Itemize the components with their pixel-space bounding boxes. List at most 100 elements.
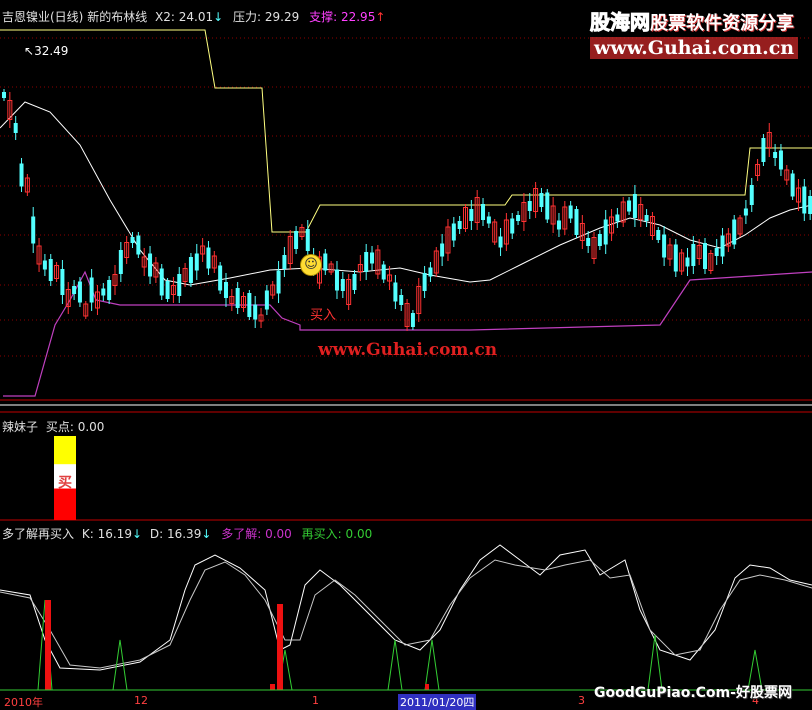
candle-down [235,288,240,308]
candle-down [60,269,65,295]
buy-again-value: 0.00 [345,527,373,541]
candle-down [603,219,608,245]
time-label: 3 [578,694,585,707]
main-panel-header: 吉恩镍业(日线) 新的布林线 X2: 24.01↓ 压力: 29.29 支撑: … [2,8,385,25]
d-value: 16.39 [166,527,202,541]
buy-again-spike [424,639,440,691]
candle-down [428,267,433,277]
candle-down [370,252,375,264]
candle-down [545,192,550,220]
know-more-bar [45,600,51,690]
candle-down [264,290,269,310]
candle-down [586,238,591,246]
candle-down [188,257,193,283]
peak-arrow-icon: ↖ [24,44,35,58]
candle-down [48,259,53,281]
up-arrow-icon: ↑ [375,10,386,24]
lower-band-line [3,270,812,397]
candle-down [72,286,77,294]
resistance-label: 压力: [233,10,262,24]
candle-down [691,244,696,266]
candle-down [77,281,82,303]
candle-down [749,185,754,205]
brand-watermark: 股海网股票软件资源分享 www.Guhai.com.cn [590,6,799,59]
know-more-value: 0.00 [265,527,292,541]
candle-down [743,208,748,216]
candle-down [13,123,18,133]
candle-down [334,269,339,291]
candle-down [340,279,345,291]
candle-down [574,209,579,235]
k-down-arrow-icon: ↓ [131,527,143,541]
candle-down [323,253,328,271]
brand-slogan: 股票软件资源分享 [650,13,794,34]
chart-grid [0,37,812,691]
candle-down [247,293,252,317]
peak-price-marker: ↖32.49 [24,44,68,58]
sub-panel-2-header: 多了解再买入 K: 16.19↓ D: 16.39↓ 多了解: 0.00 再买入… [2,525,372,542]
resistance-value: 29.29 [264,10,300,24]
sub-panel-1-header: 辣妹子 买点: 0.00 [2,418,104,435]
k-label: K: [81,527,94,541]
candle-down [457,221,462,229]
candle-down [662,234,667,258]
support-value: 22.95 [340,10,376,24]
candle-down [703,243,708,269]
time-label: 12 [134,694,148,707]
candle-down [808,196,812,214]
candle-down [42,260,47,270]
know-more-label: 多了解: [221,527,262,541]
candle-down [481,204,486,220]
time-label: 2010年 [4,696,43,709]
candle-down [568,205,573,219]
candle-down [276,270,281,294]
candle-down [130,237,135,243]
brand-url: www.Guhai.com.cn [590,37,799,59]
candle-down [714,248,719,256]
candle-down [802,186,807,214]
brand-name: 股海网 [590,10,651,35]
candle-down [206,247,211,269]
candle-down [19,163,24,187]
candle-down [632,194,637,218]
candle-down [761,138,766,162]
candle-down [352,274,357,290]
candle-down [516,215,521,221]
time-label: 1 [312,694,319,707]
candle-down [510,218,515,234]
candle-down [627,200,632,212]
candle-down [790,173,795,197]
candle-down [539,193,544,207]
candle-down [305,229,310,251]
buy-bar-text: 买 [58,475,72,491]
x2-label: X2: [155,10,175,24]
buy-again-spike [387,639,403,691]
center-watermark: www.Guhai.com.cn [318,340,498,360]
candle-down [177,274,182,296]
know-more-bar [277,604,283,690]
x2-value: 24.01 [178,10,214,24]
candle-down [118,250,123,274]
know-more-bar [425,684,429,690]
candle-down [107,280,112,300]
candle-down [527,201,532,211]
candle-down [253,304,258,320]
candle-down [393,282,398,302]
kd-indicator [0,544,812,691]
candle-down [732,219,737,245]
candle-down [673,244,678,272]
candle-down [720,235,725,257]
candle-down [486,216,491,224]
candle-down [451,223,456,241]
candle-down [422,273,427,291]
candle-down [615,214,620,222]
upper-band-line [0,29,812,233]
candle-down [2,92,6,98]
candle-down [148,253,153,277]
know-more-bar [270,684,275,690]
buy-point-value: 0.00 [77,420,105,434]
candlesticks[interactable] [2,89,812,331]
candle-down [218,265,223,291]
candle-down [223,282,228,298]
d-label: D: [149,527,164,541]
